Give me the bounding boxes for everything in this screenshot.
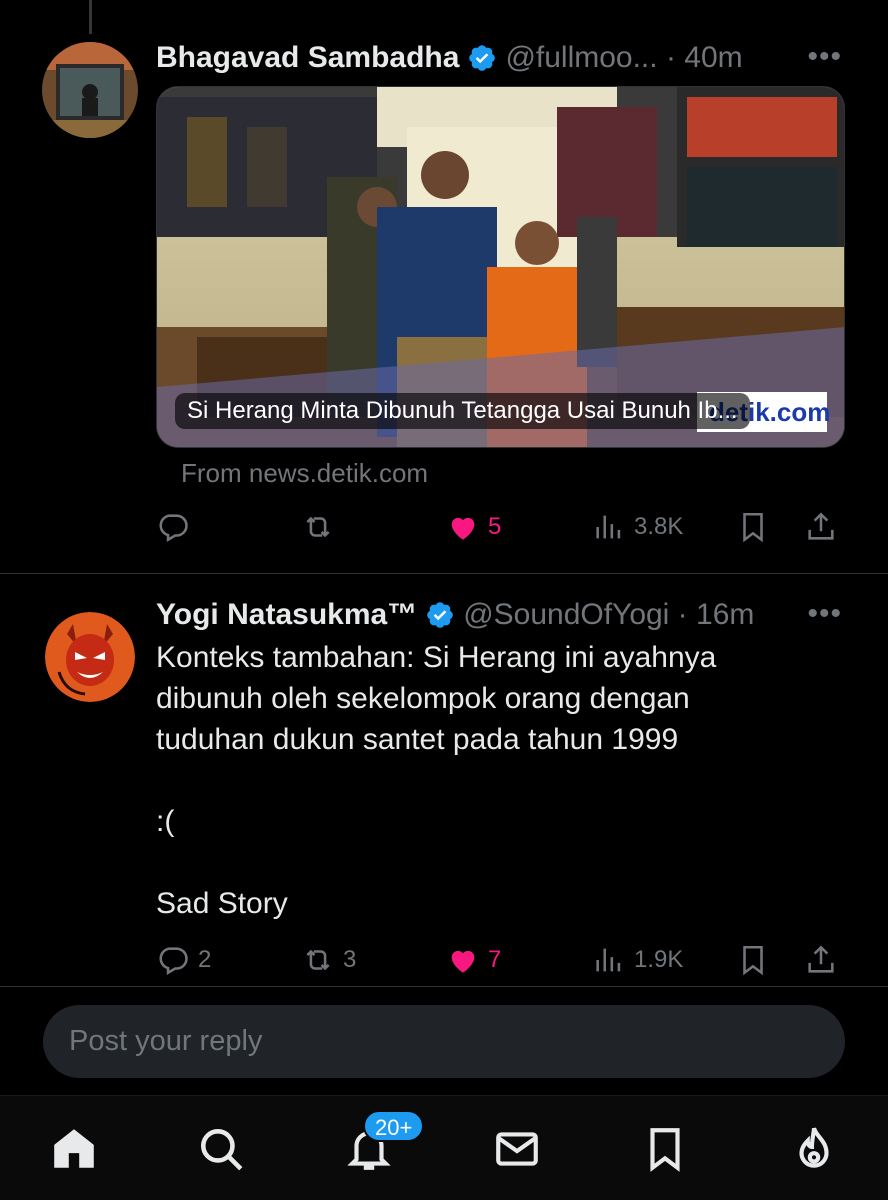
repost-button[interactable]	[301, 507, 343, 547]
views-count: 1.9K	[634, 946, 684, 973]
reply-count: 2	[198, 946, 212, 973]
bookmark-button[interactable]	[736, 507, 770, 547]
reply-placeholder: Post your reply	[69, 1025, 263, 1057]
repost-icon	[306, 516, 330, 538]
tweet-actions: 5 3.8K	[156, 507, 846, 547]
reply-input[interactable]: Post your reply	[43, 1005, 845, 1078]
tweet[interactable]: Bhagavad Sambadha @fullmoo... · 40m •••	[0, 0, 888, 574]
views-button[interactable]: 1.9K	[592, 940, 683, 980]
verified-badge-icon	[427, 602, 453, 628]
display-name[interactable]: Bhagavad Sambadha	[156, 41, 459, 75]
search-icon[interactable]	[196, 1124, 246, 1174]
views-icon	[596, 515, 621, 539]
tweet-text: Konteks tambahan: Si Herang ini ayahnya …	[156, 641, 717, 920]
bottom-navigation: 20+	[0, 1095, 888, 1200]
link-card-title: Si Herang Minta Dibunuh Tetangga Usai Bu…	[175, 393, 750, 429]
more-options-icon[interactable]: •••	[807, 40, 842, 74]
bookmarks-icon[interactable]	[640, 1124, 690, 1174]
repost-button[interactable]: 3	[301, 940, 356, 980]
notifications-badge: 20+	[363, 1110, 425, 1142]
display-name[interactable]: Yogi Natasukma™	[156, 598, 417, 632]
views-button[interactable]: 3.8K	[592, 507, 683, 547]
messages-icon[interactable]	[492, 1124, 542, 1174]
reply-button[interactable]	[156, 507, 198, 547]
tweet[interactable]: Yogi Natasukma™ @SoundOfYogi · 16m ••• K…	[0, 575, 888, 987]
views-count: 3.8K	[634, 513, 684, 540]
tweet-actions: 2 3 7 1.9K	[156, 940, 846, 980]
bookmark-icon	[743, 512, 763, 543]
share-icon	[808, 512, 834, 540]
avatar[interactable]	[42, 42, 138, 138]
repost-count: 3	[343, 946, 357, 973]
link-card[interactable]: detik.com Si Herang Minta Dibunuh Tetang…	[156, 86, 845, 448]
bookmark-icon	[743, 945, 763, 976]
grok-icon[interactable]	[789, 1124, 839, 1174]
verified-badge-icon	[469, 45, 496, 71]
like-button[interactable]: 5	[446, 507, 501, 547]
reply-button[interactable]: 2	[156, 940, 211, 980]
like-count: 7	[488, 946, 502, 973]
share-button[interactable]	[804, 940, 838, 980]
like-button[interactable]: 7	[446, 940, 501, 980]
heart-filled-icon	[451, 950, 475, 973]
bookmark-button[interactable]	[736, 940, 770, 980]
home-icon[interactable]	[49, 1124, 99, 1174]
share-button[interactable]	[804, 507, 838, 547]
avatar[interactable]	[45, 612, 135, 702]
reply-icon	[159, 947, 188, 976]
handle-and-time[interactable]: @SoundOfYogi · 16m	[463, 598, 754, 632]
repost-icon	[306, 949, 330, 971]
share-icon	[808, 945, 834, 973]
views-icon	[596, 948, 621, 972]
tweet-header: Bhagavad Sambadha @fullmoo... · 40m	[156, 38, 743, 78]
like-count: 5	[488, 513, 502, 540]
link-card-source[interactable]: From news.detik.com	[181, 458, 428, 489]
reply-icon	[159, 514, 188, 543]
heart-filled-icon	[451, 517, 475, 540]
tweet-header: Yogi Natasukma™ @SoundOfYogi · 16m	[156, 595, 754, 635]
handle-and-time[interactable]: @fullmoo... · 40m	[505, 41, 742, 75]
more-options-icon[interactable]: •••	[807, 597, 842, 631]
